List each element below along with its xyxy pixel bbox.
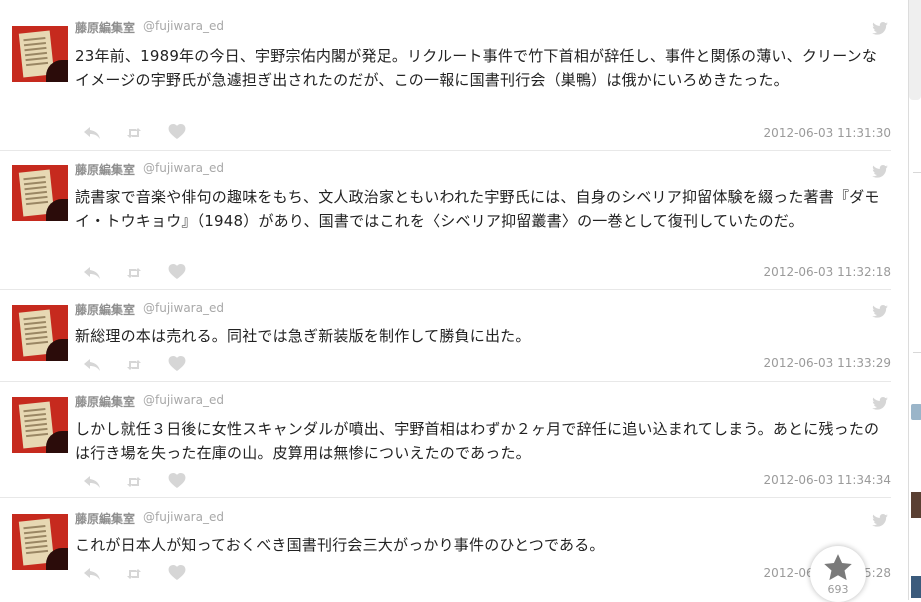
tweet-timestamp[interactable]: 2012-06-03 11:32:18 xyxy=(764,265,891,279)
reply-icon[interactable] xyxy=(84,264,100,283)
right-sidebar-edge xyxy=(908,0,921,600)
tweet-card: 藤原編集室 @fujiwara_ed 読書家で音楽や俳句の趣味をもち、文人政治家… xyxy=(0,151,891,290)
tweet-card: 藤原編集室 @fujiwara_ed しかし就任３日後に女性スキャンダルが噴出、… xyxy=(0,382,891,498)
tweet-actions xyxy=(84,124,186,143)
twitter-bird-icon[interactable] xyxy=(872,303,888,322)
twitter-bird-icon[interactable] xyxy=(872,163,888,182)
reply-icon[interactable] xyxy=(84,565,100,584)
avatar[interactable] xyxy=(12,165,68,221)
tweet-text: しかし就任３日後に女性スキャンダルが噴出、宇野首相はわずか２ヶ月で辞任に追い込ま… xyxy=(75,420,880,462)
retweet-icon[interactable] xyxy=(126,264,142,283)
reply-icon[interactable] xyxy=(84,473,100,492)
retweet-icon[interactable] xyxy=(126,124,142,143)
tweet-card: 藤原編集室 @fujiwara_ed 新総理の本は売れる。同社では急ぎ新装版を制… xyxy=(0,290,891,382)
retweet-icon[interactable] xyxy=(126,473,142,492)
favorite-count-button[interactable]: 693 xyxy=(810,546,866,602)
tweet-text: 新総理の本は売れる。同社では急ぎ新装版を制作して勝負に出た。 xyxy=(75,327,531,345)
author-name[interactable]: 藤原編集室 xyxy=(75,393,135,410)
author-handle[interactable]: @fujiwara_ed xyxy=(143,393,224,407)
favorite-heart-icon[interactable] xyxy=(168,264,186,283)
favorite-heart-icon[interactable] xyxy=(168,565,186,584)
tweet-timestamp[interactable]: 2012-06-03 11:34:34 xyxy=(764,473,891,487)
divider xyxy=(913,172,921,173)
thumbnail-image[interactable] xyxy=(911,576,921,598)
tweet-actions xyxy=(84,264,186,283)
tweet-text: 23年前、1989年の今日、宇野宗佑内閣が発足。リクルート事件で竹下首相が辞任し… xyxy=(75,47,878,89)
favorite-count: 693 xyxy=(827,583,849,596)
tweet-text: 読書家で音楽や俳句の趣味をもち、文人政治家ともいわれた宇野氏には、自身のシベリア… xyxy=(75,188,880,230)
twitter-bird-icon[interactable] xyxy=(872,512,888,531)
divider xyxy=(913,352,921,353)
favorite-heart-icon[interactable] xyxy=(168,473,186,492)
twitter-bird-icon[interactable] xyxy=(872,395,888,414)
favorite-heart-icon[interactable] xyxy=(168,356,186,375)
tweet-actions xyxy=(84,565,186,584)
avatar[interactable] xyxy=(12,514,68,570)
tweet-feed: 藤原編集室 @fujiwara_ed 23年前、1989年の今日、宇野宗佑内閣が… xyxy=(0,0,900,600)
avatar[interactable] xyxy=(12,397,68,453)
thumbnail-image[interactable] xyxy=(911,492,921,518)
retweet-icon[interactable] xyxy=(126,565,142,584)
author-name[interactable]: 藤原編集室 xyxy=(75,161,135,178)
tweet-actions xyxy=(84,473,186,492)
twitter-bird-icon[interactable] xyxy=(872,20,888,39)
favorite-heart-icon[interactable] xyxy=(168,124,186,143)
tweet-card: 藤原編集室 @fujiwara_ed これが日本人が知っておくべき国書刊行会三大… xyxy=(0,498,891,600)
retweet-icon[interactable] xyxy=(126,356,142,375)
author-handle[interactable]: @fujiwara_ed xyxy=(143,510,224,524)
tweet-card: 藤原編集室 @fujiwara_ed 23年前、1989年の今日、宇野宗佑内閣が… xyxy=(0,0,891,151)
tweet-actions xyxy=(84,356,186,375)
author-name[interactable]: 藤原編集室 xyxy=(75,510,135,527)
thumbnail-image[interactable] xyxy=(911,404,921,420)
tweet-text: これが日本人が知っておくべき国書刊行会三大がっかり事件のひとつである。 xyxy=(75,536,605,554)
author-handle[interactable]: @fujiwara_ed xyxy=(143,301,224,315)
avatar[interactable] xyxy=(12,26,68,82)
author-handle[interactable]: @fujiwara_ed xyxy=(143,19,224,33)
scrollbar-thumb[interactable] xyxy=(909,0,921,100)
author-name[interactable]: 藤原編集室 xyxy=(75,301,135,318)
avatar[interactable] xyxy=(12,305,68,361)
tweet-timestamp[interactable]: 2012-06-03 11:33:29 xyxy=(764,356,891,370)
author-handle[interactable]: @fujiwara_ed xyxy=(143,161,224,175)
author-name[interactable]: 藤原編集室 xyxy=(75,19,135,36)
star-icon xyxy=(824,554,852,581)
reply-icon[interactable] xyxy=(84,356,100,375)
tweet-timestamp[interactable]: 2012-06-03 11:31:30 xyxy=(764,126,891,140)
reply-icon[interactable] xyxy=(84,124,100,143)
